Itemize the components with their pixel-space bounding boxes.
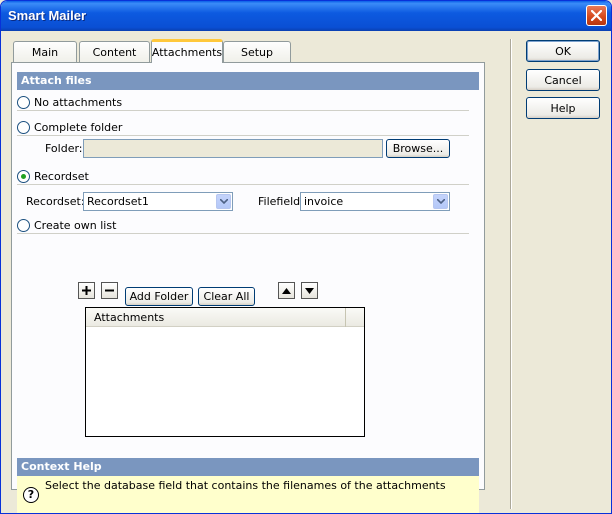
filefield-select[interactable]: invoice xyxy=(300,192,450,211)
close-button[interactable] xyxy=(586,5,607,26)
radio-recordset[interactable] xyxy=(17,170,30,183)
add-folder-button-label: Add Folder xyxy=(129,290,189,303)
move-down-button[interactable] xyxy=(301,282,318,299)
clear-all-button-label: Clear All xyxy=(203,290,250,303)
close-icon xyxy=(591,10,602,21)
tab-setup[interactable]: Setup xyxy=(223,41,291,62)
move-up-button[interactable] xyxy=(278,282,295,299)
recordset-label: Recordset: xyxy=(26,195,85,208)
smart-mailer-dialog: Smart Mailer Main Content Attachments Se… xyxy=(0,0,612,514)
option-no-attachments[interactable]: No attachments xyxy=(17,95,469,111)
cancel-button[interactable]: Cancel xyxy=(526,69,600,91)
tab-attachments-label: Attachments xyxy=(151,46,223,59)
chevron-down-icon xyxy=(219,199,228,204)
radio-complete-folder[interactable] xyxy=(17,121,30,134)
remove-item-button[interactable] xyxy=(101,282,118,299)
window-title: Smart Mailer xyxy=(8,8,87,23)
context-help-text: Select the database field that contains … xyxy=(45,479,446,492)
tab-main[interactable]: Main xyxy=(13,41,77,62)
help-button-label: Help xyxy=(550,101,576,115)
cancel-button-label: Cancel xyxy=(544,73,582,87)
tab-setup-label: Setup xyxy=(240,45,274,59)
attach-files-header: Attach files xyxy=(17,72,479,90)
dialog-body: Main Content Attachments Setup Attach fi… xyxy=(4,31,608,513)
option-recordset-label: Recordset xyxy=(34,170,89,183)
recordset-select-value: Recordset1 xyxy=(87,195,149,208)
folder-input[interactable] xyxy=(83,139,383,158)
add-folder-button[interactable]: Add Folder xyxy=(125,287,193,306)
attachments-list[interactable]: Attachments xyxy=(85,307,365,437)
minus-icon xyxy=(105,289,114,292)
option-create-own-list-label: Create own list xyxy=(34,219,117,232)
arrow-up-icon xyxy=(282,287,291,294)
recordset-select[interactable]: Recordset1 xyxy=(83,192,233,211)
add-item-button[interactable] xyxy=(78,282,95,299)
filefield-dropdown-button[interactable] xyxy=(433,194,448,209)
option-create-own-list[interactable]: Create own list xyxy=(17,218,469,234)
option-complete-folder-label: Complete folder xyxy=(34,121,123,134)
option-complete-folder[interactable]: Complete folder xyxy=(17,120,469,136)
browse-button[interactable]: Browse... xyxy=(386,139,450,158)
tab-main-label: Main xyxy=(31,45,59,59)
plus-icon xyxy=(82,286,91,295)
filefield-label: Filefield: xyxy=(258,195,304,208)
attachments-list-header: Attachments xyxy=(86,308,364,327)
attachments-panel: Attach files No attachments Complete fol… xyxy=(11,62,485,513)
recordset-dropdown-button[interactable] xyxy=(216,194,231,209)
context-help-header: Context Help xyxy=(17,458,479,476)
attachments-column-header[interactable]: Attachments xyxy=(86,308,346,327)
radio-no-attachments[interactable] xyxy=(17,96,30,109)
ok-button-label: OK xyxy=(555,44,571,58)
tab-content-label: Content xyxy=(92,45,137,59)
arrow-down-icon xyxy=(305,287,314,294)
tab-content[interactable]: Content xyxy=(79,41,150,62)
context-help-box: ? Select the database field that contain… xyxy=(17,476,479,513)
help-button[interactable]: Help xyxy=(526,97,600,119)
help-icon: ? xyxy=(23,487,39,503)
browse-button-label: Browse... xyxy=(392,142,444,155)
vertical-separator xyxy=(510,39,512,509)
radio-selected-dot xyxy=(21,174,26,179)
ok-button[interactable]: OK xyxy=(526,40,600,62)
option-recordset[interactable]: Recordset xyxy=(17,169,469,185)
folder-label: Folder: xyxy=(45,142,83,155)
tab-attachments[interactable]: Attachments xyxy=(151,39,223,63)
radio-create-own-list[interactable] xyxy=(17,219,30,232)
option-no-attachments-label: No attachments xyxy=(34,96,123,109)
title-bar[interactable]: Smart Mailer xyxy=(1,1,611,31)
chevron-down-icon xyxy=(436,199,445,204)
clear-all-button[interactable]: Clear All xyxy=(198,287,255,306)
filefield-select-value: invoice xyxy=(304,195,344,208)
